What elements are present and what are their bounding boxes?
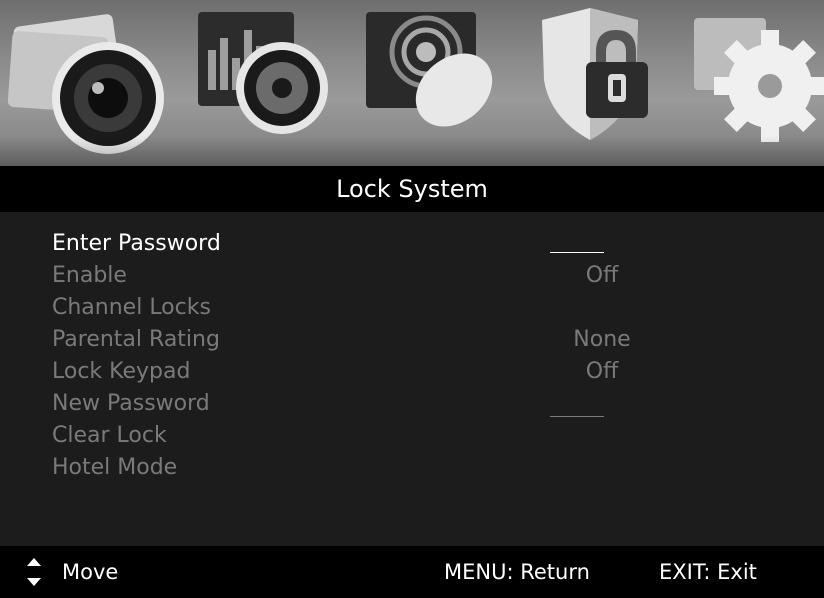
menu-item-enter-password[interactable]: Enter Password [52,228,772,260]
menu-item-label: New Password [52,391,210,416]
menu-item-label: Enable [52,263,127,288]
up-down-arrows-icon [27,558,41,586]
exit-hint: EXIT: Exit [659,560,757,584]
menu-item-label: Hotel Mode [52,455,178,480]
menu-item-lock-keypad[interactable]: Lock Keypad Off [52,356,772,388]
menu-item-parental-rating[interactable]: Parental Rating None [52,324,772,356]
menu-item-new-password[interactable]: New Password [52,388,772,420]
move-hint: Move [62,560,119,584]
channel-icon[interactable] [358,0,523,166]
menu-item-label: Clear Lock [52,423,167,448]
menu-item-channel-locks[interactable]: Channel Locks [52,292,772,324]
menu-item-clear-lock[interactable]: Clear Lock [52,420,772,452]
sound-icon[interactable] [178,0,343,166]
lock-icon[interactable] [530,0,695,166]
menu-item-label: Channel Locks [52,295,211,320]
password-field[interactable] [550,224,604,253]
page-title: Lock System [0,166,824,212]
lock-system-menu: Enter Password Enable Off Channel Locks … [0,212,824,546]
menu-item-value: None [573,327,631,352]
new-password-field[interactable] [550,388,604,417]
menu-item-enable[interactable]: Enable Off [52,260,772,292]
menu-return-hint: MENU: Return [444,560,590,584]
menu-item-value: Off [585,263,619,288]
picture-icon[interactable] [0,0,165,166]
menu-item-label: Parental Rating [52,327,220,352]
menu-item-value: Off [585,359,619,384]
footer-help-bar: Move MENU: Return EXIT: Exit [0,546,824,593]
menu-item-hotel-mode[interactable]: Hotel Mode [52,452,772,484]
setup-icon[interactable] [688,0,824,166]
menu-item-label: Enter Password [52,231,221,256]
menu-item-label: Lock Keypad [52,359,191,384]
menu-icon-bar [0,0,824,166]
